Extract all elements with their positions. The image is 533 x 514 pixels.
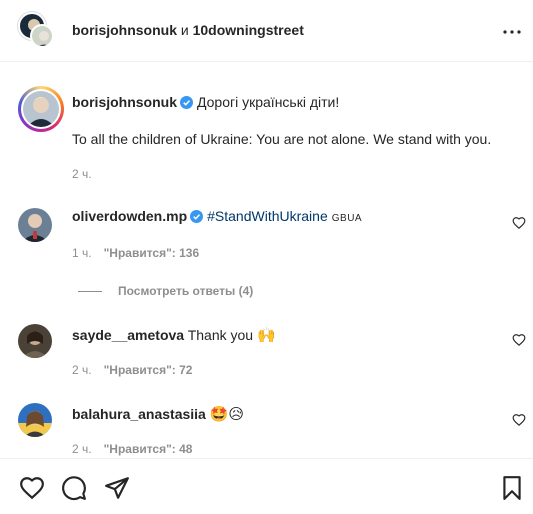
comment-3-username[interactable]: balahura_anastasiia [72, 406, 206, 422]
post-username[interactable]: borisjohnsonuk [72, 94, 177, 110]
comment-2: sayde__ametova Thank you 🙌 [72, 326, 276, 344]
comment-1-hashtag[interactable]: #StandWithUkraine [207, 208, 328, 224]
comment-2-emoji: 🙌 [256, 326, 276, 344]
avatar-balahura-anastasiia[interactable] [18, 403, 52, 437]
comment-2-like-icon[interactable] [512, 333, 526, 347]
replies-divider [78, 291, 102, 293]
comment-3-like-icon[interactable] [512, 413, 526, 427]
avatar-sayde-ametova[interactable] [18, 324, 52, 358]
comment-2-text: Thank you [187, 327, 254, 343]
comment-3-emoji: 🤩😥 [209, 405, 245, 423]
comment-2-time: 2 ч. [72, 363, 92, 377]
post-header: borisjohnsonuk и 10downingstreet [0, 0, 533, 62]
post-time: 2 ч. [72, 167, 92, 181]
action-bar [0, 458, 533, 514]
comment-1-meta: 1 ч. "Нравится": 136 [72, 246, 199, 260]
post-text-en: To all the children of Ukraine: You are … [72, 131, 492, 147]
comment-1-flags: GBUA [331, 213, 363, 224]
heart-icon[interactable] [19, 475, 45, 501]
comment-1-like-icon[interactable] [512, 216, 526, 230]
header-user1[interactable]: borisjohnsonuk [72, 22, 177, 38]
comment-3: balahura_anastasiia 🤩😥 [72, 405, 244, 423]
avatar-oliverdowden[interactable] [18, 208, 52, 242]
verified-badge-icon [190, 210, 204, 223]
comment-icon[interactable] [61, 475, 87, 501]
avatar-borisjohnsonuk [23, 91, 59, 127]
avatar-story-ring[interactable] [18, 86, 64, 132]
comment-2-meta: 2 ч. "Нравится": 72 [72, 363, 192, 377]
comment-3-likes[interactable]: "Нравится": 48 [104, 442, 193, 456]
view-replies-button[interactable]: Посмотреть ответы (4) [78, 284, 253, 298]
share-icon[interactable] [104, 475, 130, 501]
verified-badge-icon [180, 96, 193, 109]
view-replies-label: Посмотреть ответы (4) [118, 284, 254, 298]
bookmark-icon[interactable] [499, 475, 525, 501]
comment-3-time: 2 ч. [72, 442, 92, 456]
header-title: borisjohnsonuk и 10downingstreet [72, 22, 304, 38]
comment-1-time: 1 ч. [72, 246, 92, 260]
comment-1-likes[interactable]: "Нравится": 136 [104, 246, 200, 260]
header-user2[interactable]: 10downingstreet [193, 22, 304, 38]
comment-2-username[interactable]: sayde__ametova [72, 327, 184, 343]
comment-1: oliverdowden.mp #StandWithUkraine GBUA [72, 208, 362, 224]
comment-3-meta: 2 ч. "Нравится": 48 [72, 442, 192, 456]
comment-1-username[interactable]: oliverdowden.mp [72, 208, 187, 224]
more-horizontal-icon[interactable] [500, 20, 524, 44]
post-text-ua: Дорогі українські діти! [197, 94, 340, 110]
post-caption-line1: borisjohnsonuk Дорогі українські діти! [72, 94, 339, 110]
avatar-10downingstreet-small[interactable] [30, 24, 54, 48]
comment-2-likes[interactable]: "Нравится": 72 [104, 363, 193, 377]
header-connector: и [180, 22, 189, 38]
